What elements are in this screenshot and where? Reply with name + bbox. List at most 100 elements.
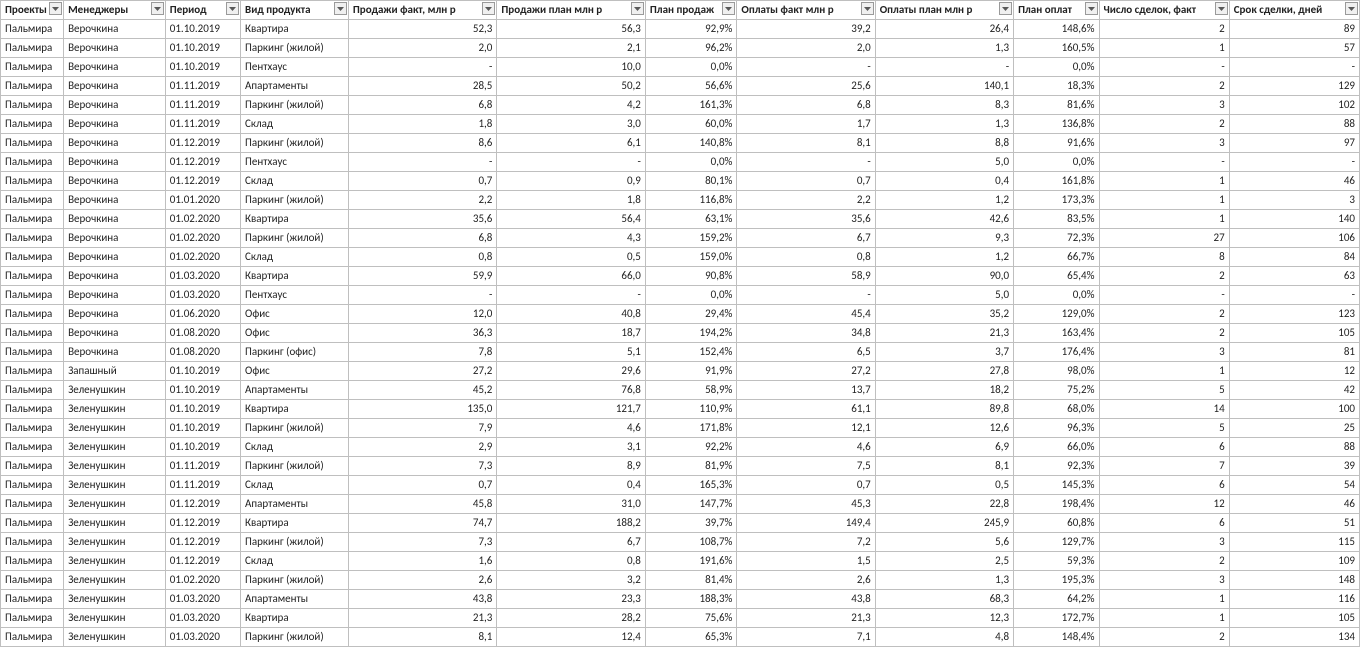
cell-project[interactable]: Пальмира bbox=[1, 400, 64, 419]
cell-project[interactable]: Пальмира bbox=[1, 590, 64, 609]
cell-sales_plan[interactable]: 23,3 bbox=[497, 590, 646, 609]
cell-manager[interactable]: Верочкина bbox=[64, 153, 166, 172]
cell-pay_plan[interactable]: 1,3 bbox=[875, 571, 1013, 590]
cell-manager[interactable]: Верочкина bbox=[64, 343, 166, 362]
cell-sales_fact[interactable]: - bbox=[348, 58, 497, 77]
cell-period[interactable]: 01.03.2020 bbox=[165, 286, 240, 305]
cell-days[interactable]: 105 bbox=[1229, 324, 1359, 343]
cell-sales_plan[interactable]: - bbox=[497, 286, 646, 305]
cell-sales_plan[interactable]: 121,7 bbox=[497, 400, 646, 419]
cell-sales_fact[interactable]: 2,0 bbox=[348, 39, 497, 58]
cell-sales_plan[interactable]: 4,2 bbox=[497, 96, 646, 115]
cell-sales_plan[interactable]: 6,1 bbox=[497, 134, 646, 153]
cell-deals[interactable]: 7 bbox=[1099, 457, 1229, 476]
cell-project[interactable]: Пальмира bbox=[1, 248, 64, 267]
cell-pay_plan[interactable]: 22,8 bbox=[875, 495, 1013, 514]
cell-pay_plan[interactable]: 0,4 bbox=[875, 172, 1013, 191]
cell-pay_pct[interactable]: 66,7% bbox=[1014, 248, 1099, 267]
cell-days[interactable]: 54 bbox=[1229, 476, 1359, 495]
cell-sales_pct[interactable]: 90,8% bbox=[645, 267, 737, 286]
cell-product[interactable]: Склад bbox=[241, 248, 349, 267]
cell-project[interactable]: Пальмира bbox=[1, 419, 64, 438]
cell-project[interactable]: Пальмира bbox=[1, 20, 64, 39]
cell-sales_plan[interactable]: 6,7 bbox=[497, 533, 646, 552]
cell-pay_plan[interactable]: 1,2 bbox=[875, 248, 1013, 267]
cell-sales_pct[interactable]: 80,1% bbox=[645, 172, 737, 191]
cell-sales_fact[interactable]: 0,7 bbox=[348, 172, 497, 191]
cell-sales_pct[interactable]: 159,0% bbox=[645, 248, 737, 267]
cell-product[interactable]: Паркинг (жилой) bbox=[241, 457, 349, 476]
cell-product[interactable]: Квартира bbox=[241, 267, 349, 286]
cell-manager[interactable]: Верочкина bbox=[64, 58, 166, 77]
cell-sales_pct[interactable]: 81,9% bbox=[645, 457, 737, 476]
cell-deals[interactable]: 3 bbox=[1099, 96, 1229, 115]
cell-period[interactable]: 01.12.2019 bbox=[165, 172, 240, 191]
filter-dropdown-icon[interactable] bbox=[334, 2, 347, 15]
cell-period[interactable]: 01.02.2020 bbox=[165, 571, 240, 590]
filter-dropdown-icon[interactable] bbox=[226, 2, 239, 15]
cell-days[interactable]: 109 bbox=[1229, 552, 1359, 571]
cell-period[interactable]: 01.10.2019 bbox=[165, 362, 240, 381]
cell-period[interactable]: 01.01.2020 bbox=[165, 191, 240, 210]
cell-days[interactable]: 25 bbox=[1229, 419, 1359, 438]
cell-pay_pct[interactable]: 18,3% bbox=[1014, 77, 1099, 96]
cell-deals[interactable]: - bbox=[1099, 286, 1229, 305]
cell-project[interactable]: Пальмира bbox=[1, 476, 64, 495]
filter-dropdown-icon[interactable] bbox=[151, 2, 164, 15]
cell-product[interactable]: Склад bbox=[241, 115, 349, 134]
cell-pay_plan[interactable]: 6,9 bbox=[875, 438, 1013, 457]
cell-sales_plan[interactable]: 76,8 bbox=[497, 381, 646, 400]
cell-sales_fact[interactable]: 0,7 bbox=[348, 476, 497, 495]
cell-days[interactable]: 100 bbox=[1229, 400, 1359, 419]
cell-deals[interactable]: 1 bbox=[1099, 609, 1229, 628]
cell-pay_plan[interactable]: 90,0 bbox=[875, 267, 1013, 286]
cell-pay_pct[interactable]: 0,0% bbox=[1014, 286, 1099, 305]
filter-dropdown-icon[interactable] bbox=[631, 2, 644, 15]
cell-pay_fact[interactable]: 13,7 bbox=[737, 381, 875, 400]
cell-sales_pct[interactable]: 191,6% bbox=[645, 552, 737, 571]
cell-days[interactable]: 123 bbox=[1229, 305, 1359, 324]
filter-dropdown-icon[interactable] bbox=[482, 2, 495, 15]
cell-days[interactable]: 88 bbox=[1229, 438, 1359, 457]
cell-pay_pct[interactable]: 72,3% bbox=[1014, 229, 1099, 248]
cell-pay_pct[interactable]: 145,3% bbox=[1014, 476, 1099, 495]
cell-pay_pct[interactable]: 161,8% bbox=[1014, 172, 1099, 191]
column-header-manager[interactable]: Менеджеры bbox=[64, 1, 166, 20]
cell-project[interactable]: Пальмира bbox=[1, 438, 64, 457]
cell-manager[interactable]: Верочкина bbox=[64, 229, 166, 248]
cell-pay_pct[interactable]: 68,0% bbox=[1014, 400, 1099, 419]
cell-deals[interactable]: - bbox=[1099, 58, 1229, 77]
cell-deals[interactable]: 27 bbox=[1099, 229, 1229, 248]
cell-manager[interactable]: Зеленушкин bbox=[64, 609, 166, 628]
cell-project[interactable]: Пальмира bbox=[1, 96, 64, 115]
cell-sales_plan[interactable]: 56,3 bbox=[497, 20, 646, 39]
cell-sales_fact[interactable]: 7,3 bbox=[348, 533, 497, 552]
cell-sales_plan[interactable]: 4,3 bbox=[497, 229, 646, 248]
cell-pay_fact[interactable]: 2,2 bbox=[737, 191, 875, 210]
cell-pay_pct[interactable]: 64,2% bbox=[1014, 590, 1099, 609]
cell-sales_plan[interactable]: 0,5 bbox=[497, 248, 646, 267]
cell-pay_fact[interactable]: 45,4 bbox=[737, 305, 875, 324]
cell-product[interactable]: Паркинг (жилой) bbox=[241, 96, 349, 115]
cell-sales_fact[interactable]: 21,3 bbox=[348, 609, 497, 628]
cell-product[interactable]: Офис bbox=[241, 305, 349, 324]
cell-manager[interactable]: Зеленушкин bbox=[64, 590, 166, 609]
cell-project[interactable]: Пальмира bbox=[1, 495, 64, 514]
cell-pay_fact[interactable]: - bbox=[737, 58, 875, 77]
cell-days[interactable]: 105 bbox=[1229, 609, 1359, 628]
cell-pay_plan[interactable]: 12,3 bbox=[875, 609, 1013, 628]
cell-deals[interactable]: 3 bbox=[1099, 533, 1229, 552]
cell-manager[interactable]: Зеленушкин bbox=[64, 533, 166, 552]
cell-product[interactable]: Квартира bbox=[241, 514, 349, 533]
cell-project[interactable]: Пальмира bbox=[1, 609, 64, 628]
cell-pay_pct[interactable]: 160,5% bbox=[1014, 39, 1099, 58]
cell-pay_fact[interactable]: 7,5 bbox=[737, 457, 875, 476]
cell-manager[interactable]: Верочкина bbox=[64, 134, 166, 153]
cell-period[interactable]: 01.10.2019 bbox=[165, 58, 240, 77]
cell-manager[interactable]: Зеленушкин bbox=[64, 400, 166, 419]
cell-product[interactable]: Квартира bbox=[241, 20, 349, 39]
cell-pay_pct[interactable]: 172,7% bbox=[1014, 609, 1099, 628]
cell-sales_fact[interactable]: 135,0 bbox=[348, 400, 497, 419]
cell-sales_pct[interactable]: 92,9% bbox=[645, 20, 737, 39]
cell-sales_pct[interactable]: 65,3% bbox=[645, 628, 737, 647]
